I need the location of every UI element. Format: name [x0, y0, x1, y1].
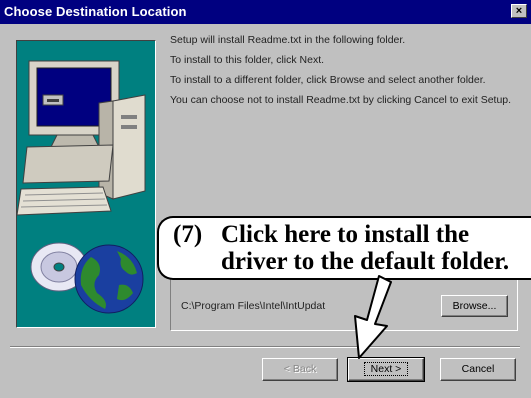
- instruction-callout: (7) Click here to install the driver to …: [157, 216, 531, 280]
- instruction-line-3: To install to a different folder, click …: [170, 74, 486, 86]
- close-button[interactable]: ×: [511, 4, 527, 18]
- back-button[interactable]: < Back: [262, 358, 338, 381]
- pointer-arrow-icon: [354, 275, 392, 359]
- button-separator: [10, 346, 520, 348]
- instructions: Setup will install Readme.txt in the fol…: [170, 34, 520, 114]
- globe-icon: [74, 244, 144, 314]
- instruction-line-2: To install to this folder, click Next.: [170, 54, 325, 66]
- setup-illustration: [16, 40, 156, 328]
- window-title: Choose Destination Location: [4, 4, 187, 19]
- callout-step-number: (7): [173, 221, 203, 248]
- instruction-line-1: Setup will install Readme.txt in the fol…: [170, 34, 406, 46]
- browse-button[interactable]: Browse...: [441, 295, 508, 317]
- title-bar: Choose Destination Location ×: [0, 0, 531, 24]
- next-button-label: Next >: [363, 362, 409, 376]
- callout-line-1: Click here to install the: [221, 221, 470, 248]
- instruction-line-4: You can choose not to install Readme.txt…: [170, 94, 512, 106]
- cancel-button[interactable]: Cancel: [440, 358, 516, 381]
- destination-path: C:\Program Files\Intel\IntUpdat: [181, 300, 326, 312]
